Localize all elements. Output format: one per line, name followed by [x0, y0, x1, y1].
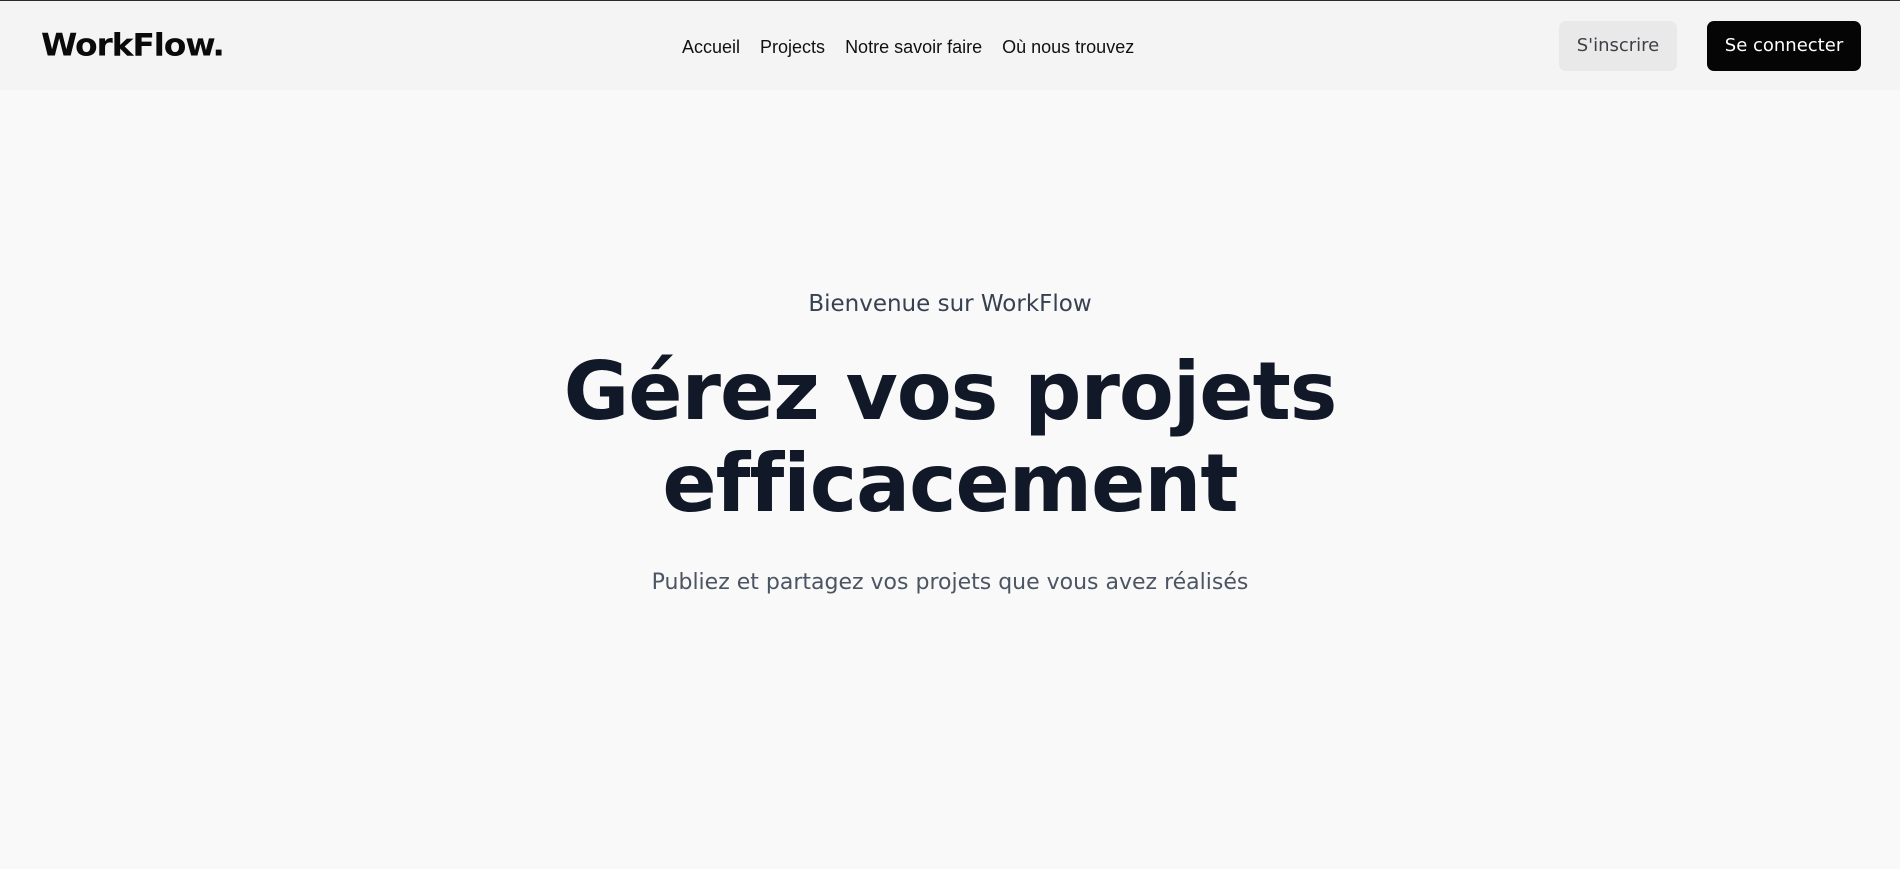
nav-link-projects[interactable]: Projects: [760, 34, 825, 60]
hero-headline-line-1: Gérez vos projets: [563, 345, 1338, 438]
hero-headline-line-2: efficacement: [662, 437, 1238, 530]
main-nav: Accueil Projects Notre savoir faire Où n…: [682, 34, 1134, 60]
login-button[interactable]: Se connecter: [1707, 21, 1861, 71]
hero-headline: Gérez vos projets efficacement: [0, 346, 1900, 530]
site-header: WorkFlow. Accueil Projects Notre savoir …: [0, 1, 1900, 90]
nav-link-accueil[interactable]: Accueil: [682, 34, 740, 60]
nav-link-savoir-faire[interactable]: Notre savoir faire: [845, 34, 982, 60]
signup-button[interactable]: S'inscrire: [1559, 21, 1677, 71]
logo[interactable]: WorkFlow.: [41, 26, 225, 64]
nav-link-ou-nous-trouvez[interactable]: Où nous trouvez: [1002, 34, 1134, 60]
hero-subtitle: Publiez et partagez vos projets que vous…: [651, 570, 1249, 595]
hero-kicker: Bienvenue sur WorkFlow: [808, 291, 1092, 317]
